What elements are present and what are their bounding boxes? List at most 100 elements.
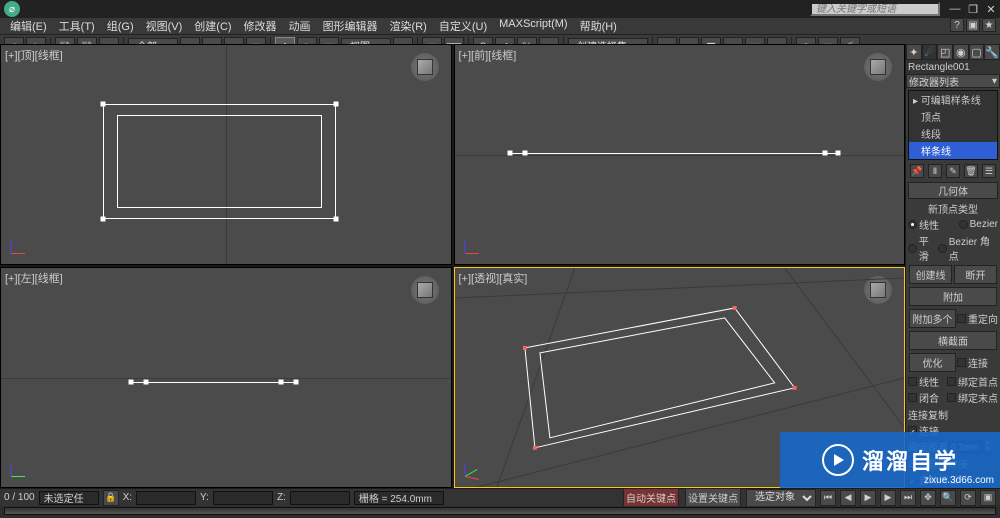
tab-motion[interactable]: ◉ (953, 44, 969, 60)
create-line-button[interactable]: 创建线 (909, 265, 952, 284)
vertex (835, 151, 840, 156)
close-button[interactable]: ✕ (982, 0, 1000, 18)
menu-group[interactable]: 组(G) (101, 18, 140, 34)
setkey-button[interactable]: 设置关键点 (685, 488, 741, 507)
y-label: Y: (200, 492, 209, 503)
bindfirst-check[interactable] (947, 377, 956, 386)
tab-display[interactable]: ▢ (969, 44, 985, 60)
tr-icon-3[interactable]: ★ (982, 18, 996, 32)
menu-maxscript[interactable]: MAXScript(M) (493, 18, 573, 34)
lock-button[interactable]: 🔒 (103, 490, 119, 506)
viewport-label-front[interactable]: [+][前][线框] (459, 47, 517, 63)
show-result-button[interactable]: Ⅱ (928, 164, 942, 178)
y-field[interactable] (213, 491, 273, 505)
tab-utilities[interactable]: 🔧 (984, 44, 1000, 60)
connectcopy-check[interactable] (908, 426, 917, 435)
axis-gizmo (461, 228, 491, 258)
radio-bezier[interactable] (959, 220, 968, 229)
viewport-label-left[interactable]: [+][左][线框] (5, 270, 63, 286)
menu-modifiers[interactable]: 修改器 (238, 18, 283, 34)
rollout-geometry[interactable]: 几何体 (908, 182, 998, 199)
viewcube-top[interactable] (411, 53, 439, 81)
cross-section-button[interactable]: 横截面 (909, 331, 997, 350)
linear-check[interactable] (908, 377, 917, 386)
configure-button[interactable]: ☰ (982, 164, 996, 178)
closed-label: 闭合 (919, 390, 939, 405)
mod-so-vertex[interactable]: 顶点 (909, 108, 997, 125)
modifier-stack[interactable]: ▸ 可编辑样条线 顶点 线段 样条线 (908, 90, 998, 160)
viewports: [+][顶][线框] [+][前][线框] [+][左][线框] (0, 44, 905, 488)
viewcube-left[interactable] (411, 276, 439, 304)
search-input[interactable] (810, 2, 940, 16)
grid-status: 栅格 = 254.0mm (354, 491, 444, 505)
bindend-check[interactable] (947, 393, 956, 402)
radio-smooth[interactable] (908, 244, 917, 253)
tr-icon-1[interactable]: ? (950, 18, 964, 32)
attach-mult-button[interactable]: 附加多个 (909, 309, 956, 328)
viewport-left[interactable]: [+][左][线框] (0, 267, 452, 488)
app-logo (4, 1, 20, 17)
bindfirst-label: 绑定首点 (958, 374, 998, 389)
goto-start-button[interactable]: ⏮ (820, 490, 836, 506)
mod-so-segment[interactable]: 线段 (909, 125, 997, 142)
attach-button[interactable]: 附加 (909, 287, 997, 306)
radio-bezcorner[interactable] (938, 244, 947, 253)
autoweld-header: 端点自动焊接 (908, 456, 998, 471)
tab-modify[interactable]: ☄ (922, 44, 938, 60)
shape-edge (510, 153, 838, 154)
reorient-label: 重定向 (968, 311, 998, 326)
remove-mod-button[interactable]: 🗑 (964, 164, 978, 178)
connect-check[interactable] (957, 358, 966, 367)
pan-button[interactable]: ✥ (920, 490, 936, 506)
z-field[interactable] (290, 491, 350, 505)
modifier-list-dropdown[interactable]: 修改器列表▾ (906, 74, 1000, 88)
tab-create[interactable]: ✦ (906, 44, 922, 60)
refine-button[interactable]: 优化 (909, 353, 956, 372)
closed-check[interactable] (908, 393, 917, 402)
menu-help[interactable]: 帮助(H) (574, 18, 623, 34)
zoom-button[interactable]: 🔍 (940, 490, 956, 506)
threshold-spinner[interactable]: 0.1mm (948, 441, 994, 453)
orbit-button[interactable]: ⟳ (960, 490, 976, 506)
prev-frame-button[interactable]: ◀ (840, 490, 856, 506)
mod-editable-spline[interactable]: ▸ 可编辑样条线 (909, 91, 997, 108)
menu-tools[interactable]: 工具(T) (53, 18, 101, 34)
tab-hierarchy[interactable]: ◰ (937, 44, 953, 60)
autokey-button[interactable]: 自动关键点 (623, 488, 679, 507)
x-label: X: (123, 492, 132, 503)
play-button[interactable]: ▶ (860, 490, 876, 506)
key-filter[interactable]: 选定对象 (746, 489, 816, 507)
pin-stack-button[interactable]: 📌 (910, 164, 924, 178)
titlebar: — ❐ ✕ (0, 0, 1000, 18)
break-button[interactable]: 断开 (954, 265, 997, 284)
minimize-button[interactable]: — (946, 0, 964, 18)
vertex (101, 217, 106, 222)
viewport-top[interactable]: [+][顶][线框] (0, 44, 452, 265)
maximize-button[interactable]: ▣ (980, 490, 996, 506)
x-field[interactable] (136, 491, 196, 505)
viewcube-front[interactable] (864, 53, 892, 81)
unique-button[interactable]: ✎ (946, 164, 960, 178)
menu-views[interactable]: 视图(V) (140, 18, 189, 34)
next-frame-button[interactable]: ▶ (880, 490, 896, 506)
menu-edit[interactable]: 编辑(E) (4, 18, 53, 34)
radio-linear[interactable] (908, 220, 917, 229)
menu-rendering[interactable]: 渲染(R) (384, 18, 433, 34)
viewport-perspective[interactable]: [+][透视][真实] (454, 267, 906, 488)
object-name-field[interactable]: Rectangle001 (906, 60, 1000, 74)
restore-button[interactable]: ❐ (964, 0, 982, 18)
menu-create[interactable]: 创建(C) (188, 18, 237, 34)
viewport-label-top[interactable]: [+][顶][线框] (5, 47, 63, 63)
menu-customize[interactable]: 自定义(U) (433, 18, 493, 34)
timeline[interactable] (0, 506, 1000, 518)
label-bezcorner: Bezier 角点 (949, 233, 998, 263)
autoweld-check[interactable] (908, 475, 917, 484)
reorient-check[interactable] (957, 314, 966, 323)
menu-bar[interactable]: 编辑(E) 工具(T) 组(G) 视图(V) 创建(C) 修改器 动画 图形编辑… (0, 18, 1000, 34)
menu-grapheditors[interactable]: 图形编辑器 (317, 18, 384, 34)
mod-so-spline[interactable]: 样条线 (909, 142, 997, 159)
goto-end-button[interactable]: ⏭ (900, 490, 916, 506)
viewport-front[interactable]: [+][前][线框] (454, 44, 906, 265)
menu-animation[interactable]: 动画 (283, 18, 317, 34)
tr-icon-2[interactable]: ▣ (966, 18, 980, 32)
